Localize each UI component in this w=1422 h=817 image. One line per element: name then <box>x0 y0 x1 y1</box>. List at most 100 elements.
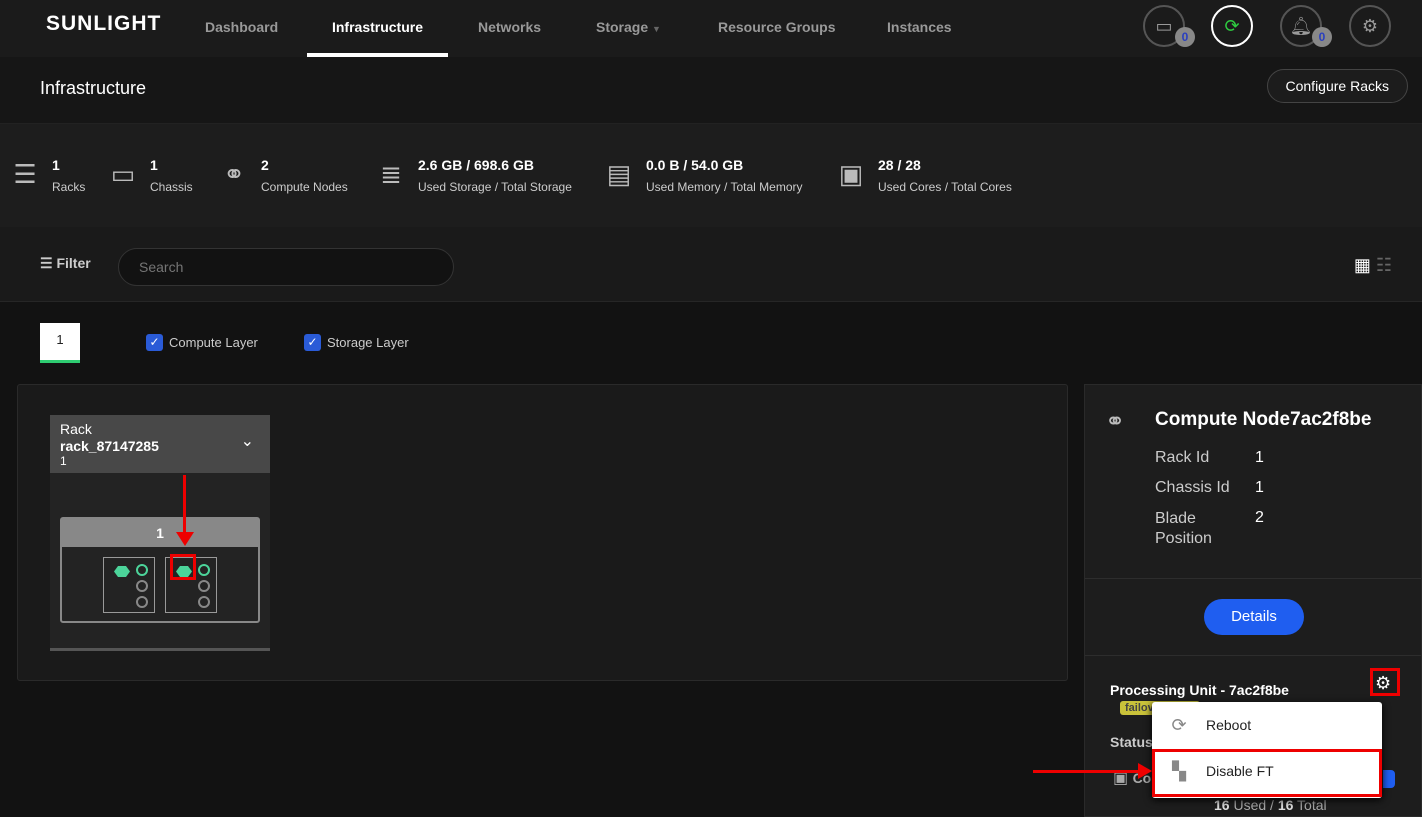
cpu-icon: ▣ <box>838 159 864 189</box>
arrow-annotation <box>1033 770 1143 773</box>
stat-racks: ☰ 1 Racks <box>10 157 85 196</box>
page-title: Infrastructure <box>40 78 147 98</box>
stat-value: 28 / 28 <box>878 157 921 173</box>
sim-button[interactable]: ▭ 0 <box>1143 5 1195 47</box>
stat-value: 1 <box>150 157 158 173</box>
kv-value: 1 <box>1255 479 1264 496</box>
user-sync-icon: ⟳ <box>1224 15 1240 36</box>
status-label: Status <box>1110 734 1153 750</box>
kv-label: Chassis Id <box>1155 479 1230 496</box>
stat-label: Used Cores / Total Cores <box>878 180 1012 194</box>
view-toggle: ▦ ☷ <box>1354 255 1392 276</box>
rack-card: Rack rack_87147285 1 ⌄ 1 <box>50 415 270 651</box>
storage-layer-checkbox[interactable]: ✓ Storage Layer <box>304 334 409 351</box>
sim-card-icon: ▭ <box>1155 15 1173 36</box>
filter-bar: ☰ Filter ▦ ☷ <box>0 227 1422 302</box>
chassis-label: 1 <box>62 519 258 547</box>
gear-icon: ⚙ <box>1361 15 1379 36</box>
pu-title: Processing Unit - 7ac2f8be <box>1110 682 1289 698</box>
configure-racks-button[interactable]: Configure Racks <box>1266 69 1408 103</box>
node-hex-icon <box>114 566 130 577</box>
chassis[interactable]: 1 <box>60 517 260 623</box>
chevron-down-icon[interactable]: ⌄ <box>241 433 254 450</box>
cores-usage: 16 Used / 16 Total <box>1214 797 1327 813</box>
database-icon: ≣ <box>380 159 402 189</box>
nav-dashboard[interactable]: Dashboard <box>205 0 278 57</box>
cores-bar <box>1383 770 1395 788</box>
rack-canvas: Rack rack_87147285 1 ⌄ 1 <box>17 384 1068 681</box>
stat-value: 2.6 GB / 698.6 GB <box>418 157 534 173</box>
stat-label: Compute Nodes <box>261 180 348 194</box>
rack-label: Rack <box>60 421 92 437</box>
refresh-icon: ⟳ <box>1171 714 1187 735</box>
stat-chassis: ▭ 1 Chassis <box>108 157 193 196</box>
search-input[interactable] <box>118 248 454 286</box>
grid-view-icon[interactable]: ▦ <box>1354 255 1371 275</box>
rack-id-row: Rack Id 1 <box>1155 449 1264 467</box>
notifications-button[interactable]: 🔔︎ 0 <box>1280 5 1332 47</box>
filter-button[interactable]: ☰ Filter <box>40 255 91 272</box>
blade-1[interactable] <box>103 557 155 613</box>
bell-icon: 🔔︎ <box>1289 15 1313 36</box>
settings-button[interactable]: ⚙ <box>1349 5 1391 47</box>
stat-label: Racks <box>52 180 86 194</box>
check-icon: ✓ <box>304 334 321 351</box>
highlight-box <box>1370 668 1400 696</box>
sync-user-button[interactable]: ⟳ <box>1211 5 1253 47</box>
kv-value: 1 <box>1255 449 1264 466</box>
details-button[interactable]: Details <box>1204 599 1304 635</box>
node-title: Compute Node7ac2f8be <box>1155 409 1372 430</box>
rack-number: 1 <box>60 454 67 468</box>
stat-label: Used Memory / Total Memory <box>646 180 803 194</box>
checkbox-label: Storage Layer <box>327 335 409 350</box>
stat-storage: ≣ 2.6 GB / 698.6 GB Used Storage / Total S… <box>376 157 572 196</box>
arrow-annotation <box>183 475 186 535</box>
nav-resource-groups[interactable]: Resource Groups <box>718 0 835 57</box>
checkbox-label: Compute Layer <box>169 335 258 350</box>
title-bar: Infrastructure Configure Racks <box>0 57 1422 124</box>
highlight-box <box>170 554 196 580</box>
sim-count-badge: 0 <box>1175 27 1195 47</box>
list-view-icon[interactable]: ☷ <box>1376 255 1392 275</box>
rack-name: rack_87147285 <box>60 438 159 454</box>
nav-instances[interactable]: Instances <box>887 0 952 57</box>
rack-tab-1[interactable]: 1 <box>40 323 80 363</box>
stat-value: 0.0 B / 54.0 GB <box>646 157 744 173</box>
top-nav: SUNLIGHT Dashboard Infrastructure Networ… <box>0 0 1422 57</box>
notification-count-badge: 0 <box>1312 27 1332 47</box>
node-icon: ⚭ <box>1105 408 1126 435</box>
arrow-head <box>1138 763 1152 779</box>
nav-infrastructure[interactable]: Infrastructure <box>307 0 448 57</box>
kv-label: Blade Position <box>1155 510 1212 547</box>
check-icon: ✓ <box>146 334 163 351</box>
nav-storage[interactable]: Storage ▼ <box>596 0 661 57</box>
stats-bar: ☰ 1 Racks ▭ 1 Chassis ⚭ 2 Compute Nodes ≣ 2.6 G… <box>0 124 1422 227</box>
compute-layer-checkbox[interactable]: ✓ Compute Layer <box>146 334 258 351</box>
blade-row: Blade Position 2 <box>1155 509 1325 549</box>
stat-memory: ▤ 0.0 B / 54.0 GB Used Memory / Total Memo… <box>604 157 803 196</box>
arrow-head <box>176 532 194 546</box>
nav-storage-label: Storage <box>596 19 649 35</box>
filter-icon: ☰ <box>40 255 53 271</box>
nav-networks[interactable]: Networks <box>478 0 541 57</box>
rack-header[interactable]: Rack rack_87147285 1 ⌄ <box>50 415 270 473</box>
stat-value: 2 <box>261 157 269 173</box>
stat-cores: ▣ 28 / 28 Used Cores / Total Cores <box>836 157 1012 196</box>
logo: SUNLIGHT <box>46 12 162 35</box>
highlight-box <box>1152 749 1382 797</box>
node-icon: ⚭ <box>223 159 245 189</box>
kv-label: Rack Id <box>1155 449 1210 466</box>
menu-label: Reboot <box>1206 717 1252 733</box>
rack-icon: ☰ <box>13 159 37 189</box>
caret-down-icon: ▼ <box>652 24 661 34</box>
chassis-id-row: Chassis Id 1 <box>1155 479 1264 497</box>
stat-label: Chassis <box>150 180 193 194</box>
filter-label: Filter <box>56 255 91 271</box>
kv-value: 2 <box>1255 509 1264 526</box>
menu-item-reboot[interactable]: ⟳ Reboot <box>1152 702 1382 748</box>
chassis-icon: ▭ <box>110 159 136 189</box>
stat-compute-nodes: ⚭ 2 Compute Nodes <box>219 157 348 196</box>
stat-label: Used Storage / Total Storage <box>418 180 572 194</box>
memory-icon: ▤ <box>606 159 632 189</box>
stat-value: 1 <box>52 157 60 173</box>
